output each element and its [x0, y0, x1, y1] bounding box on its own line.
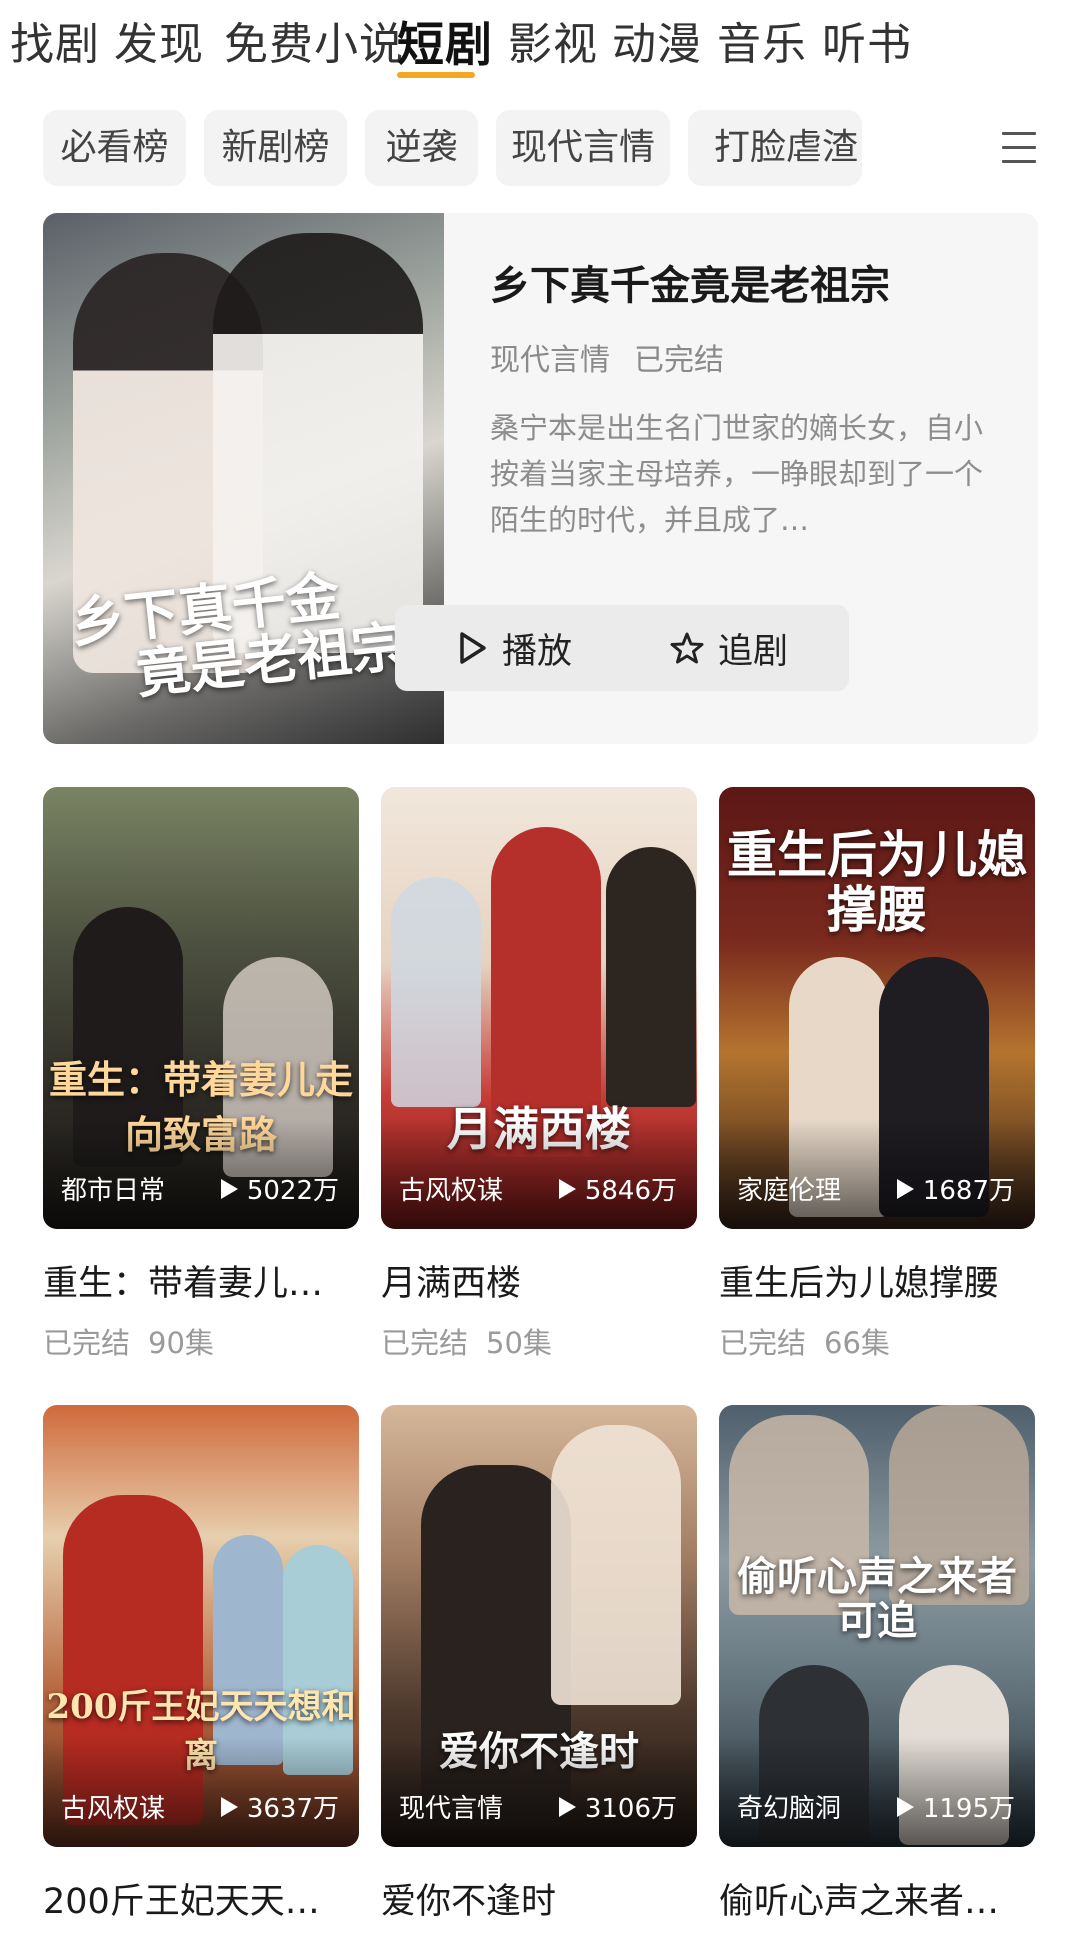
drama-card[interactable]: 偷听心声之来者可追 奇幻脑洞 1195万 偷听心声之来者…	[719, 1405, 1035, 1924]
tab-discover[interactable]: 发现	[114, 8, 204, 72]
chip-comeback[interactable]: 逆袭	[365, 110, 478, 186]
tab-audiobook[interactable]: 听书	[822, 8, 912, 72]
genre-tag: 奇幻脑洞	[737, 1794, 842, 1824]
drama-meta: 已完结 90集	[43, 1320, 359, 1362]
poster-title: 重生后为儿媳撑腰	[727, 825, 1027, 939]
poster-title: 偷听心声之来者可追	[737, 1553, 1017, 1644]
genre-tag: 家庭伦理	[737, 1176, 842, 1206]
tab-short-drama[interactable]: 短剧	[397, 6, 493, 75]
drama-title[interactable]: 重生后为儿媳撑腰	[719, 1255, 1035, 1306]
drama-card[interactable]: 重生后为儿媳撑腰 家庭伦理 1687万 重生后为儿媳撑腰 已完结 66集	[719, 787, 1035, 1362]
drama-episodes: 90集	[148, 1326, 214, 1360]
play-button[interactable]: 播放	[395, 605, 635, 691]
featured-genre: 现代言情	[490, 343, 610, 378]
featured-title[interactable]: 乡下真千金竟是老祖宗	[490, 253, 1010, 311]
genre-tag: 都市日常	[61, 1176, 166, 1206]
drama-card[interactable]: 月满西楼 古风权谋 5846万 月满西楼 已完结 50集	[381, 787, 697, 1362]
view-count: 1195万	[895, 1788, 1015, 1825]
featured-info: 乡下真千金竟是老祖宗 现代言情 已完结 桑宁本是出生名门世家的嫡长女，自小按着当家…	[490, 253, 1010, 543]
view-count: 3637万	[219, 1788, 339, 1825]
follow-button[interactable]: 追剧	[609, 605, 849, 691]
featured-drama-card[interactable]: 乡下真千金 竟是老祖宗 乡下真千金竟是老祖宗 现代言情 已完结 桑宁本是出生名门世…	[43, 213, 1038, 744]
genre-tag: 古风权谋	[61, 1794, 166, 1824]
tab-anime[interactable]: 动漫	[612, 8, 702, 72]
play-icon	[220, 1178, 238, 1199]
view-count: 5846万	[557, 1170, 677, 1207]
poster-figure	[606, 847, 696, 1107]
chip-modern-romance[interactable]: 现代言情	[496, 110, 670, 186]
drama-title[interactable]: 重生：带着妻儿…	[43, 1255, 359, 1306]
drama-title[interactable]: 月满西楼	[381, 1255, 697, 1306]
drama-poster[interactable]: 偷听心声之来者可追 奇幻脑洞 1195万	[719, 1405, 1035, 1847]
drama-poster[interactable]: 重生后为儿媳撑腰 家庭伦理 1687万	[719, 787, 1035, 1229]
chip-must-watch[interactable]: 必看榜	[43, 110, 186, 186]
featured-poster[interactable]: 乡下真千金 竟是老祖宗	[43, 213, 444, 744]
drama-poster[interactable]: 爱你不逢时 现代言情 3106万	[381, 1405, 697, 1847]
drama-status: 已完结	[719, 1326, 807, 1360]
view-count: 3106万	[557, 1788, 677, 1825]
drama-poster[interactable]: 200斤王妃天天想和离 古风权谋 3637万	[43, 1405, 359, 1847]
genre-tag: 古风权谋	[399, 1176, 504, 1206]
chip-face-slap[interactable]: 打脸虐渣	[688, 110, 862, 186]
play-icon	[896, 1178, 914, 1199]
drama-title[interactable]: 爱你不逢时	[381, 1873, 697, 1924]
drama-status: 已完结	[381, 1326, 469, 1360]
menu-icon[interactable]	[1002, 132, 1036, 166]
tab-free-novel[interactable]: 免费小说	[224, 8, 404, 72]
tab-film-tv[interactable]: 影视	[508, 8, 598, 72]
drama-card[interactable]: 重生：带着妻儿走向致富路 都市日常 5022万 重生：带着妻儿… 已完结 90集	[43, 787, 359, 1362]
drama-episodes: 50集	[486, 1326, 552, 1360]
view-count: 5022万	[219, 1170, 339, 1207]
tab-find-drama[interactable]: 找剧	[10, 8, 100, 72]
drama-status: 已完结	[43, 1326, 131, 1360]
play-icon	[896, 1796, 914, 1817]
active-tab-indicator	[397, 72, 475, 78]
follow-button-label: 追剧	[717, 631, 788, 672]
drama-title[interactable]: 200斤王妃天天…	[43, 1873, 359, 1924]
play-icon	[558, 1178, 576, 1199]
drama-poster[interactable]: 月满西楼 古风权谋 5846万	[381, 787, 697, 1229]
featured-status: 已完结	[634, 343, 724, 378]
poster-figure	[551, 1425, 681, 1705]
drama-meta: 已完结 50集	[381, 1320, 697, 1362]
drama-title[interactable]: 偷听心声之来者…	[719, 1873, 1035, 1924]
drama-card[interactable]: 爱你不逢时 现代言情 3106万 爱你不逢时	[381, 1405, 697, 1924]
play-icon	[558, 1796, 576, 1817]
featured-description: 桑宁本是出生名门世家的嫡长女，自小按着当家主母培养，一睁眼却到了一个陌生的时代，…	[490, 411, 984, 537]
drama-meta: 已完结 66集	[719, 1320, 1035, 1362]
drama-episodes: 66集	[824, 1326, 890, 1360]
drama-poster[interactable]: 重生：带着妻儿走向致富路 都市日常 5022万	[43, 787, 359, 1229]
category-chip-row: 必看榜 新剧榜 逆袭 现代言情 打脸虐渣	[43, 110, 1038, 186]
featured-tags: 现代言情 已完结	[490, 335, 1010, 379]
drama-card[interactable]: 200斤王妃天天想和离 古风权谋 3637万 200斤王妃天天…	[43, 1405, 359, 1924]
view-count: 1687万	[895, 1170, 1015, 1207]
top-tab-bar: 找剧 发现 免费小说 短剧 影视 动漫 音乐 听书	[0, 0, 1080, 86]
play-icon	[460, 632, 486, 664]
play-button-label: 播放	[501, 631, 572, 672]
genre-tag: 现代言情	[399, 1794, 504, 1824]
star-icon	[670, 632, 704, 664]
chip-new-drama[interactable]: 新剧榜	[204, 110, 347, 186]
play-icon	[220, 1796, 238, 1817]
tab-music[interactable]: 音乐	[717, 8, 807, 72]
poster-figure	[391, 877, 481, 1107]
